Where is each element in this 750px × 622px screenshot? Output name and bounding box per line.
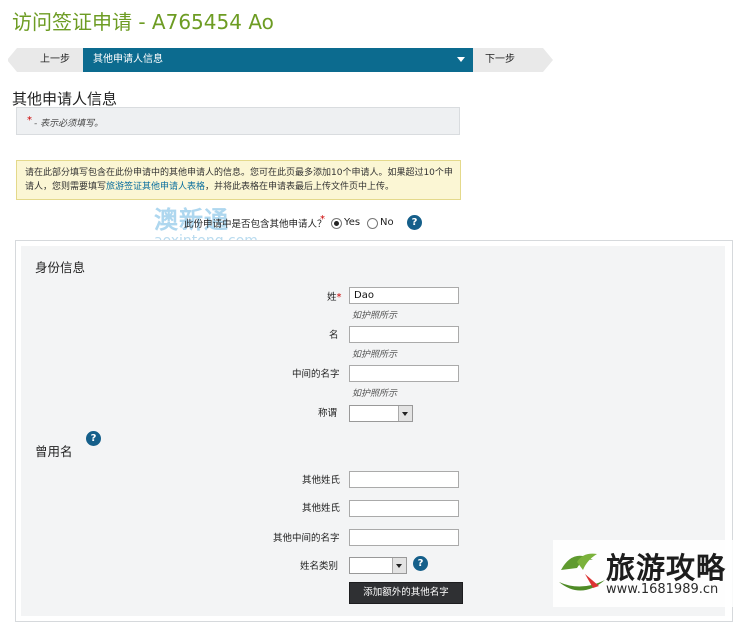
other-applicants-question: 此份申请中是否包含其他申请人？ [184, 219, 327, 230]
required-notice: * - 表示必须填写。 [16, 107, 460, 135]
step-navigation: 上一步 其他申请人信息 下一步 [7, 48, 553, 72]
required-star: * [320, 214, 325, 225]
brand-url: www.1681989.cn [606, 582, 719, 597]
other-given-name-input[interactable] [349, 500, 459, 517]
info-text: 请在此部分填写包含在此份申请中的其他申请人的信息。您可在此页最多添加10个申请人… [25, 166, 455, 194]
title-label: 称谓 [318, 408, 338, 419]
given-name-hint: 如护照所示 [352, 350, 398, 360]
former-names-section-title: 曾用名 [35, 444, 73, 459]
page-title: 访问签证申请 - A765454 Ao [12, 10, 274, 34]
chevron-down-icon [457, 57, 465, 62]
no-label: No [380, 217, 394, 228]
help-icon[interactable]: ? [407, 215, 422, 230]
current-step-label: 其他申请人信息 [93, 54, 163, 65]
name-type-label: 姓名类别 [300, 561, 339, 572]
section-title: 其他申请人信息 [12, 90, 118, 108]
required-star: * [336, 292, 342, 303]
title-select[interactable] [349, 405, 413, 422]
name-type-select[interactable] [349, 557, 407, 574]
other-middle-name-label: 其他中间的名字 [273, 533, 340, 544]
yes-radio[interactable] [331, 218, 342, 229]
help-icon[interactable]: ? [413, 556, 428, 571]
add-other-name-button[interactable]: 添加额外的其他名字 [349, 582, 463, 604]
previous-step-button[interactable]: 上一步 [7, 48, 88, 72]
yes-label: Yes [344, 217, 361, 228]
identity-section-title: 身份信息 [35, 260, 86, 275]
other-given-name-label: 其他姓氏 [302, 503, 341, 514]
other-middle-name-input[interactable] [349, 529, 459, 546]
surname-hint: 如护照所示 [352, 311, 398, 321]
chevron-down-icon [398, 406, 412, 421]
required-note: - 表示必须填写。 [34, 119, 104, 129]
given-name-label: 名 [329, 330, 339, 341]
middle-name-hint: 如护照所示 [352, 389, 398, 399]
brand-name: 旅游攻略 [606, 551, 727, 585]
no-radio[interactable] [367, 218, 378, 229]
surname-input[interactable] [349, 287, 459, 304]
required-star: * [27, 115, 32, 126]
current-step-dropdown[interactable]: 其他申请人信息 [83, 48, 473, 72]
info-notice: 请在此部分填写包含在此份申请中的其他申请人的信息。您可在此页最多添加10个申请人… [16, 160, 461, 200]
other-surname-input[interactable] [349, 471, 459, 488]
middle-name-input[interactable] [349, 365, 459, 382]
info-text-after: ，并将此表格在申请表最后上传文件页中上传。 [205, 182, 395, 192]
surname-label: 姓* [327, 292, 342, 303]
previous-step-label: 上一步 [40, 54, 70, 65]
help-icon[interactable]: ? [86, 431, 101, 446]
given-name-input[interactable] [349, 326, 459, 343]
next-step-button[interactable]: 下一步 [473, 48, 553, 72]
middle-name-label: 中间的名字 [292, 369, 340, 380]
other-surname-label: 其他姓氏 [302, 475, 341, 486]
other-applicant-form-link[interactable]: 旅游签证其他申请人表格 [106, 182, 205, 192]
chevron-down-icon [392, 558, 406, 573]
next-step-label: 下一步 [485, 54, 515, 65]
